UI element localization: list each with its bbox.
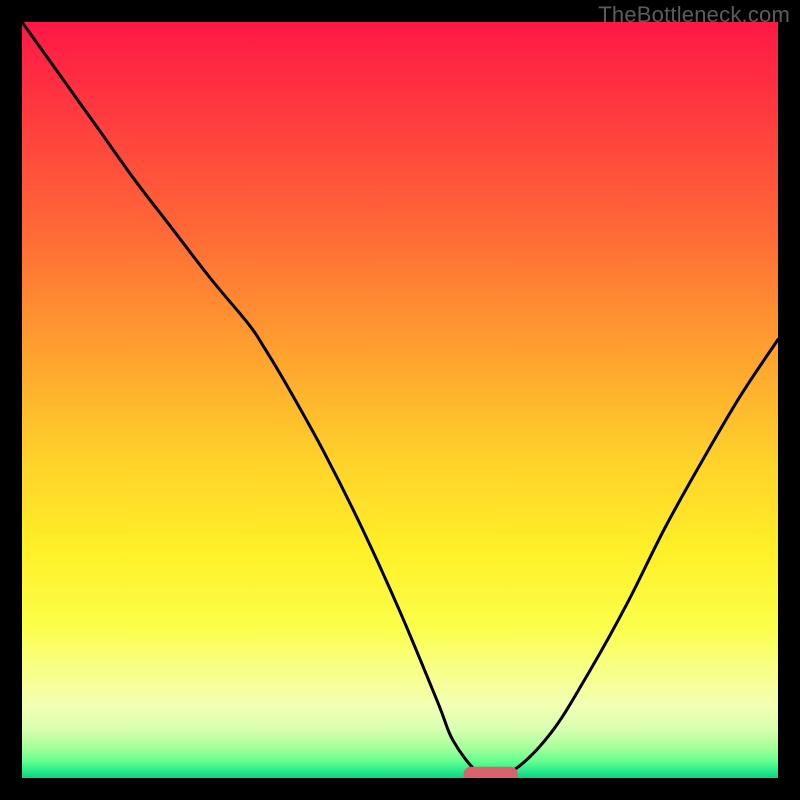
plot-area [22,22,778,778]
gradient-background [22,22,778,778]
chart-frame: TheBottleneck.com [0,0,800,800]
chart-svg [22,22,778,778]
optimal-range-marker [464,767,518,778]
